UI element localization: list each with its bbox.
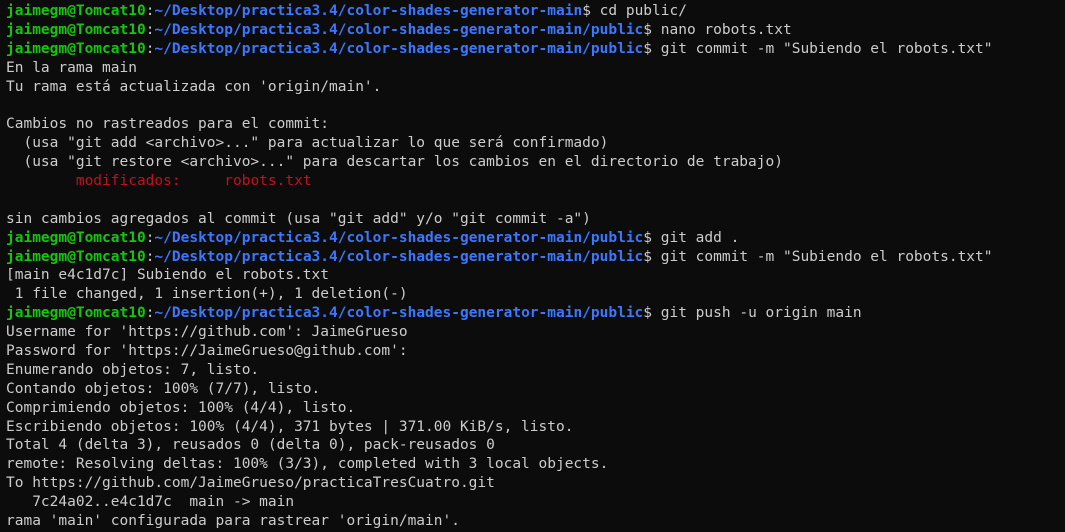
output-line: Escribiendo objetos: 100% (4/4), 371 byt… bbox=[6, 418, 574, 435]
command-text: git add . bbox=[660, 229, 740, 246]
output-line: En la rama main bbox=[6, 59, 137, 76]
prompt-line: jaimegm@Tomcat10:~/Desktop/practica3.4/c… bbox=[6, 248, 993, 265]
prompt-path: ~/Desktop/practica3.4/color-shades-gener… bbox=[154, 40, 644, 57]
prompt-path: ~/Desktop/practica3.4/color-shades-gener… bbox=[154, 21, 644, 38]
output-line: 1 file changed, 1 insertion(+), 1 deleti… bbox=[6, 286, 408, 303]
prompt-path: ~/Desktop/practica3.4/color-shades-gener… bbox=[154, 248, 644, 265]
modified-file-name: robots.txt bbox=[224, 173, 312, 190]
prompt-user-host: jaimegm@Tomcat10 bbox=[6, 40, 146, 57]
output-line: Total 4 (delta 3), reusados 0 (delta 0),… bbox=[6, 437, 495, 454]
modified-file-line: modificados: robots.txt bbox=[6, 172, 1065, 191]
prompt-line: jaimegm@Tomcat10:~/Desktop/practica3.4/c… bbox=[6, 229, 740, 246]
output-line: rama 'main' configurada para rastrear 'o… bbox=[6, 513, 460, 530]
output-line: sin cambios agregados al commit (usa "gi… bbox=[6, 210, 591, 227]
command-text: nano robots.txt bbox=[660, 21, 792, 38]
prompt-line: jaimegm@Tomcat10:~/Desktop/practica3.4/c… bbox=[6, 40, 993, 57]
output-line: To https://github.com/JaimeGrueso/practi… bbox=[6, 475, 495, 492]
output-line: (usa "git add <archivo>..." para actuali… bbox=[6, 135, 609, 152]
prompt-line: jaimegm@Tomcat10:~/Desktop/practica3.4/c… bbox=[6, 305, 862, 322]
output-line: Comprimiendo objetos: 100% (4/4), listo. bbox=[6, 399, 356, 416]
command-text: cd public/ bbox=[599, 3, 687, 19]
command-text: git commit -m "Subiendo el robots.txt" bbox=[660, 40, 993, 57]
output-line: Tu rama está actualizada con 'origin/mai… bbox=[6, 78, 382, 95]
prompt-path: ~/Desktop/practica3.4/color-shades-gener… bbox=[154, 305, 644, 322]
output-line: Contando objetos: 100% (7/7), listo. bbox=[6, 380, 321, 397]
output-line: (usa "git restore <archivo>..." para des… bbox=[6, 154, 783, 171]
output-line: [main e4c1d7c] Subiendo el robots.txt bbox=[6, 267, 330, 284]
terminal-window[interactable]: jaimegm@Tomcat10:~/Desktop/practica3.4/c… bbox=[0, 0, 1065, 532]
prompt-line: jaimegm@Tomcat10:~/Desktop/practica3.4/c… bbox=[6, 3, 687, 19]
output-line: Password for 'https://JaimeGrueso@github… bbox=[6, 343, 408, 360]
output-line: 7c24a02..e4c1d7c main -> main bbox=[6, 494, 295, 511]
command-text: git push -u origin main bbox=[660, 305, 862, 322]
output-line: Username for 'https://github.com': Jaime… bbox=[6, 324, 408, 341]
prompt-user-host: jaimegm@Tomcat10 bbox=[6, 3, 146, 19]
prompt-user-host: jaimegm@Tomcat10 bbox=[6, 248, 146, 265]
prompt-user-host: jaimegm@Tomcat10 bbox=[6, 229, 146, 246]
command-text: git commit -m "Subiendo el robots.txt" bbox=[660, 248, 993, 265]
prompt-line: jaimegm@Tomcat10:~/Desktop/practica3.4/c… bbox=[6, 21, 792, 38]
output-line: Enumerando objetos: 7, listo. bbox=[6, 361, 260, 378]
prompt-user-host: jaimegm@Tomcat10 bbox=[6, 305, 146, 322]
output-line: remote: Resolving deltas: 100% (3/3), co… bbox=[6, 456, 609, 473]
prompt-path: ~/Desktop/practica3.4/color-shades-gener… bbox=[154, 3, 583, 19]
output-line: Cambios no rastreados para el commit: bbox=[6, 116, 330, 133]
modified-label: modificados: bbox=[75, 173, 181, 190]
prompt-user-host: jaimegm@Tomcat10 bbox=[6, 21, 146, 38]
prompt-path: ~/Desktop/practica3.4/color-shades-gener… bbox=[154, 229, 644, 246]
